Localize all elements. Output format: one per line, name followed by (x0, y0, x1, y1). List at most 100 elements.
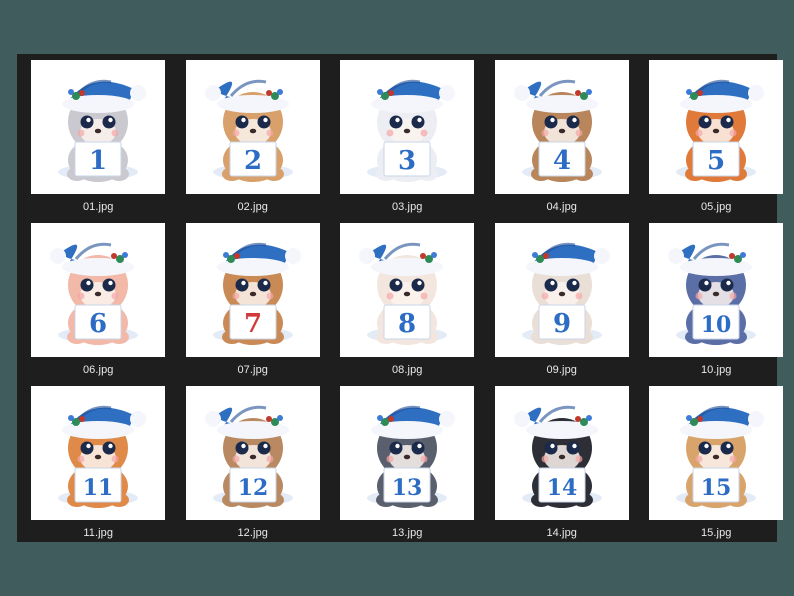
file-tile[interactable]: 10 10.jpg (639, 223, 794, 386)
thumbnail-image: 14 (513, 405, 602, 508)
file-name-label: 03.jpg (391, 201, 423, 213)
thumbnail-image: 11 (58, 405, 147, 508)
file-name-label: 05.jpg (700, 201, 732, 213)
file-name-label: 13.jpg (391, 527, 423, 539)
file-tile[interactable]: 8 08.jpg (330, 223, 485, 386)
number-label: 14 (546, 475, 577, 501)
number-label: 6 (89, 309, 107, 339)
file-thumbnail[interactable]: 4 (494, 60, 629, 194)
thumbnail-image: 9 (521, 242, 610, 345)
file-thumbnail[interactable]: 5 (649, 60, 784, 194)
number-card: 5 (692, 141, 740, 177)
file-tile[interactable]: 15 15.jpg (639, 386, 794, 549)
santa-hat-icon (50, 242, 135, 276)
file-name-label: 15.jpg (700, 527, 732, 539)
file-thumbnail[interactable]: 9 (494, 223, 629, 357)
santa-hat-icon (204, 79, 289, 113)
file-name-label: 09.jpg (546, 364, 578, 376)
file-thumbnail[interactable]: 2 (185, 60, 320, 194)
thumbnail-image: 2 (204, 79, 293, 182)
santa-hat-icon (513, 405, 598, 439)
number-card: 11 (74, 467, 122, 503)
number-card: 3 (383, 141, 431, 177)
file-name-label: 10.jpg (700, 364, 732, 376)
file-name-label: 01.jpg (82, 201, 114, 213)
santa-hat-icon (525, 242, 610, 276)
file-tile[interactable]: 5 05.jpg (639, 60, 794, 223)
file-browser-window: 1 01.jpg 2 02.jpg 3 03.jpg 4 04.jpg 5 05… (17, 54, 784, 542)
file-tile[interactable]: 7 07.jpg (176, 223, 331, 386)
number-label: 2 (244, 146, 262, 176)
file-name-label: 04.jpg (546, 201, 578, 213)
santa-hat-icon (668, 242, 753, 276)
file-tile[interactable]: 11 11.jpg (21, 386, 176, 549)
number-card: 14 (538, 467, 586, 503)
file-tile[interactable]: 12 12.jpg (176, 386, 331, 549)
file-name-label: 08.jpg (391, 364, 423, 376)
file-tile[interactable]: 9 09.jpg (485, 223, 640, 386)
number-label: 15 (701, 475, 732, 501)
file-thumbnail[interactable]: 13 (340, 386, 475, 520)
file-name-label: 11.jpg (83, 527, 114, 539)
file-thumbnail[interactable]: 12 (185, 386, 320, 520)
number-card: 10 (692, 304, 740, 340)
thumbnail-grid: 1 01.jpg 2 02.jpg 3 03.jpg 4 04.jpg 5 05… (21, 60, 794, 549)
file-thumbnail[interactable]: 3 (340, 60, 475, 194)
santa-hat-icon (680, 405, 765, 439)
number-label: 3 (398, 146, 416, 176)
thumbnail-image: 7 (212, 242, 301, 345)
number-card: 9 (538, 304, 586, 340)
number-card: 12 (229, 467, 277, 503)
file-thumbnail[interactable]: 1 (31, 60, 166, 194)
thumbnail-image: 1 (58, 79, 147, 182)
santa-hat-icon (216, 242, 301, 276)
santa-hat-icon (371, 79, 456, 113)
number-card: 4 (538, 141, 586, 177)
file-thumbnail[interactable]: 10 (649, 223, 784, 357)
santa-hat-icon (62, 79, 147, 113)
number-label: 5 (707, 146, 725, 176)
number-label: 8 (398, 309, 416, 339)
file-name-label: 07.jpg (237, 364, 269, 376)
file-thumbnail[interactable]: 7 (185, 223, 320, 357)
number-label: 13 (392, 475, 423, 501)
file-thumbnail[interactable]: 11 (31, 386, 166, 520)
number-label: 4 (553, 146, 571, 176)
thumbnail-image: 4 (513, 79, 602, 182)
thumbnail-image: 3 (367, 79, 456, 182)
file-tile[interactable]: 14 14.jpg (485, 386, 640, 549)
number-label: 10 (701, 312, 732, 338)
thumbnail-image: 5 (676, 79, 765, 182)
number-label: 7 (244, 309, 262, 339)
file-thumbnail[interactable]: 15 (649, 386, 784, 520)
number-card: 8 (383, 304, 431, 340)
file-name-label: 02.jpg (237, 201, 269, 213)
file-thumbnail[interactable]: 14 (494, 386, 629, 520)
file-tile[interactable]: 13 13.jpg (330, 386, 485, 549)
file-tile[interactable]: 6 06.jpg (21, 223, 176, 386)
file-tile[interactable]: 2 02.jpg (176, 60, 331, 223)
number-card: 15 (692, 467, 740, 503)
file-name-label: 12.jpg (237, 527, 269, 539)
number-card: 1 (74, 141, 122, 177)
file-name-label: 14.jpg (546, 527, 578, 539)
santa-hat-icon (204, 405, 289, 439)
thumbnail-image: 8 (359, 242, 448, 345)
santa-hat-icon (680, 79, 765, 113)
file-tile[interactable]: 4 04.jpg (485, 60, 640, 223)
number-card: 2 (229, 141, 277, 177)
file-thumbnail[interactable]: 8 (340, 223, 475, 357)
thumbnail-image: 15 (676, 405, 765, 508)
thumbnail-image: 13 (367, 405, 456, 508)
santa-hat-icon (371, 405, 456, 439)
santa-hat-icon (513, 79, 598, 113)
number-label: 1 (89, 146, 107, 176)
number-label: 9 (553, 309, 571, 339)
number-label: 12 (237, 475, 268, 501)
file-name-label: 06.jpg (82, 364, 114, 376)
file-tile[interactable]: 3 03.jpg (330, 60, 485, 223)
file-thumbnail[interactable]: 6 (31, 223, 166, 357)
thumbnail-image: 10 (668, 242, 757, 345)
santa-hat-icon (359, 242, 444, 276)
file-tile[interactable]: 1 01.jpg (21, 60, 176, 223)
